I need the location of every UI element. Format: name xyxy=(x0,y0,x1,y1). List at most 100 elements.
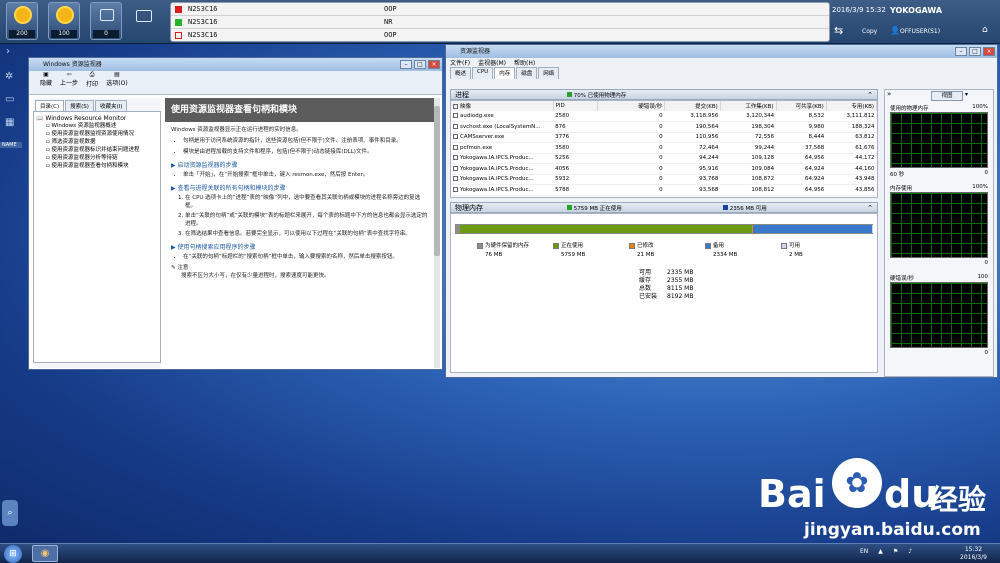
minimize-button[interactable]: – xyxy=(400,60,412,69)
table-row[interactable]: audiodg.exe 2580 0 3,118,956 3,120,344 8,532 3… xyxy=(451,111,877,122)
tree-item[interactable]: ▫ 使用资源监视器分析等待链 xyxy=(46,154,158,162)
table-row[interactable]: Yokogawa.IA.iPCS.Produc... 5788 0 93,568 108… xyxy=(451,184,877,196)
alarm-row[interactable]: N2S3C16 OOP xyxy=(171,29,829,42)
arrow-icon: ▶ xyxy=(171,185,176,192)
back-button[interactable]: ⇦ 上一步 xyxy=(57,71,81,94)
checkbox[interactable] xyxy=(453,176,458,182)
checkbox[interactable] xyxy=(453,144,458,150)
menu-file[interactable]: 文件(F) xyxy=(450,58,470,67)
table-row[interactable]: Yokogawa.IA.iPCS.Produc... 4056 0 95,916 109… xyxy=(451,163,877,175)
alarm-row[interactable]: N2S3C16 NR xyxy=(171,16,829,29)
watermark-url: jingyan.baidu.com xyxy=(804,520,981,540)
grid-icon[interactable]: ▦ xyxy=(0,117,22,128)
tree-item[interactable]: ▫ 筛选资源监视数据 xyxy=(46,138,158,146)
tab-0[interactable]: 概述 xyxy=(450,67,472,79)
user-name[interactable]: OFFUSER(S1) xyxy=(900,28,940,35)
tree-item[interactable]: ▫ 使用资源监视器监视资源使用情况 xyxy=(46,130,158,138)
sun-alarm-icon xyxy=(16,8,30,22)
section-heading[interactable]: ▶ 使用句柄搜索应用程序的步骤 xyxy=(171,242,429,251)
scrollbar[interactable] xyxy=(434,98,440,368)
start-button[interactable]: ⊞ xyxy=(4,545,22,563)
collapse-icon[interactable]: ⌃ xyxy=(867,203,873,213)
column-header[interactable]: 工作集(KB) xyxy=(720,101,777,111)
alarm-row[interactable]: N2S3C16 OOP xyxy=(171,3,829,16)
sidebar-tool-icon[interactable]: ⌕ xyxy=(2,500,18,526)
table-row[interactable]: svchost.exe (LocalSystemN... 876 0 190,564 1… xyxy=(451,121,877,133)
memory-section-header[interactable]: 物理内存 5759 MB 正在使用 2356 MB 可用 ⌃ xyxy=(450,202,878,213)
system-alarm-button[interactable]: 100 xyxy=(48,2,80,40)
maximize-button[interactable]: □ xyxy=(414,60,426,69)
menu-monitor[interactable]: 监视器(M) xyxy=(478,58,506,67)
menu-help[interactable]: 帮助(H) xyxy=(514,58,535,67)
tab-4[interactable]: 网络 xyxy=(538,67,560,79)
memory-segment[interactable] xyxy=(459,225,753,233)
process-section-header[interactable]: 进程 70% 已使用物理内存 ⌃ xyxy=(450,89,878,100)
scroll-thumb[interactable] xyxy=(434,106,440,256)
tree-root[interactable]: 📖 Windows Resource Monitor xyxy=(36,115,158,122)
rm-title-bar[interactable]: 资源监视器 – □ × xyxy=(446,45,997,58)
column-header[interactable]: PID xyxy=(553,101,599,111)
help-app-icon: ◉ xyxy=(40,548,50,559)
help-title-bar[interactable]: Windows 资源监视器 – □ × xyxy=(29,58,442,71)
table-row[interactable]: Yokogawa.IA.iPCS.Produc... 5932 0 93,768 108… xyxy=(451,174,877,185)
window-switch-button[interactable] xyxy=(132,2,164,40)
tree-item[interactable]: ▫ 使用资源监视器标识并结束问题进程 xyxy=(46,146,158,154)
options-button[interactable]: ▤ 选项(O) xyxy=(103,71,131,94)
table-row[interactable]: Yokogawa.IA.iPCS.Produc... 5256 0 94,244 109… xyxy=(451,153,877,164)
print-button[interactable]: ⎙ 打印 xyxy=(81,71,103,94)
tab-contents[interactable]: 目录(C) xyxy=(35,100,65,111)
close-button[interactable]: × xyxy=(428,60,440,69)
view-button[interactable]: 视图 xyxy=(931,91,963,101)
checkbox[interactable] xyxy=(453,123,458,129)
column-header[interactable]: 专用(KB) xyxy=(826,101,877,111)
tab-1[interactable]: CPU xyxy=(472,67,494,79)
key-icon[interactable]: ⌂ xyxy=(982,25,988,35)
name-button[interactable]: NAME xyxy=(0,142,22,148)
minimize-button[interactable]: – xyxy=(955,47,967,56)
taskbar-app-button[interactable]: ◉ xyxy=(32,545,58,562)
expand-icon[interactable]: › xyxy=(0,46,22,57)
network-tray-icon[interactable]: ▲ xyxy=(878,548,883,555)
alarm-banner[interactable]: N2S3C16 OOP N2S3C16 NR N2S3C16 OOP xyxy=(170,2,830,42)
column-header[interactable]: 提交(KB) xyxy=(664,101,721,111)
copy-button[interactable]: Copy xyxy=(862,28,877,35)
language-indicator[interactable]: EN xyxy=(860,548,868,555)
column-header[interactable]: 可共享(KB) xyxy=(776,101,827,111)
checkbox[interactable] xyxy=(453,155,458,161)
flag-tray-icon[interactable]: ⚑ xyxy=(893,548,898,555)
memory-segment[interactable] xyxy=(753,225,872,233)
tab-favorites[interactable]: 收藏夹(I) xyxy=(94,100,128,111)
tab-search[interactable]: 搜索(S) xyxy=(65,100,94,111)
maximize-button[interactable]: □ xyxy=(969,47,981,56)
column-header[interactable]: 硬错误/秒 xyxy=(597,101,666,111)
table-row[interactable]: CAMSserver.exe 3776 0 110,956 72,556 8,444 63,… xyxy=(451,132,877,143)
collapse-icon[interactable]: ⌃ xyxy=(867,90,873,100)
process-alarm-button[interactable]: 200 xyxy=(6,2,38,40)
checkbox[interactable] xyxy=(453,165,458,171)
speaker-tray-icon[interactable]: ♪ xyxy=(908,548,912,555)
table-row[interactable]: pcfmon.exe 3580 0 72,464 99,244 37,568 61,676 xyxy=(451,142,877,154)
tab-2[interactable]: 内存 xyxy=(494,67,516,79)
tree-item[interactable]: ▫ 使用资源监视器查看句柄和模块 xyxy=(46,162,158,170)
network-icon[interactable]: ⇆ xyxy=(834,24,843,37)
checkbox[interactable] xyxy=(453,134,458,140)
tool-icon[interactable]: ✲ xyxy=(0,71,22,82)
section-heading[interactable]: ▶ 启动资源监视器的步骤 xyxy=(171,160,429,169)
hide-button[interactable]: ▣ 隐藏 xyxy=(35,71,57,94)
faceplate-icon[interactable]: ▭ xyxy=(0,94,22,105)
checkbox[interactable] xyxy=(453,186,458,192)
message-icon xyxy=(100,9,114,21)
close-button[interactable]: × xyxy=(983,47,995,56)
tab-3[interactable]: 磁盘 xyxy=(516,67,538,79)
message-button[interactable]: 0 xyxy=(90,2,122,40)
checkbox[interactable] xyxy=(453,104,458,109)
clock[interactable]: 15:32 2016/3/9 xyxy=(960,546,987,562)
column-header[interactable]: 映像 xyxy=(451,101,554,111)
tree-item[interactable]: ▫ Windows 资源监视器概述 xyxy=(46,122,158,130)
collapse-icon[interactable]: » xyxy=(887,90,891,98)
chevron-down-icon[interactable]: ▾ xyxy=(965,91,968,98)
checkbox[interactable] xyxy=(453,113,458,118)
legend-item: 可用 2 MB xyxy=(781,242,857,260)
arrow-icon: ▶ xyxy=(171,244,176,251)
section-heading[interactable]: ▶ 查看与进程关联的所有句柄和模块的步骤 xyxy=(171,183,429,192)
